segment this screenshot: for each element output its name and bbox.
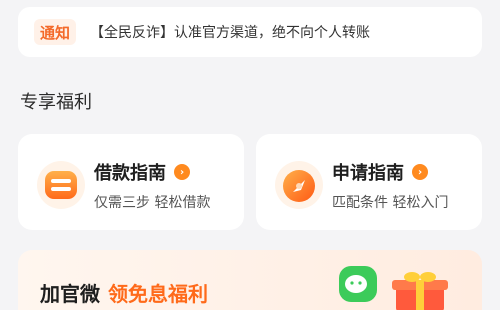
apply-guide-subtitle: 匹配条件 轻松入门 [332, 195, 449, 211]
loan-guide-title-text: 借款指南 [94, 163, 166, 184]
notice-text: 【全民反诈】认准官方渠道，绝不向个人转账 [90, 25, 370, 41]
notice-tag: 通知 [34, 19, 76, 45]
promo-text-a: 加官微 [40, 282, 100, 306]
gift-box-icon [392, 272, 448, 310]
wechat-icon [339, 266, 377, 302]
apply-guide-icon [275, 161, 323, 209]
section-title: 专享福利 [20, 92, 92, 113]
apply-guide-title: 申请指南 › [332, 159, 428, 185]
wechat-promo-banner[interactable]: 加官微 领免息福利 [18, 250, 482, 310]
chevron-right-icon: › [412, 164, 428, 180]
apply-guide-card[interactable]: 申请指南 › 匹配条件 轻松入门 [256, 134, 482, 230]
loan-guide-subtitle: 仅需三步 轻松借款 [94, 195, 211, 211]
notice-bar[interactable]: 通知 【全民反诈】认准官方渠道，绝不向个人转账 [18, 7, 482, 57]
loan-guide-card[interactable]: 借款指南 › 仅需三步 轻松借款 [18, 134, 244, 230]
loan-guide-title: 借款指南 › [94, 159, 190, 185]
chevron-right-icon: › [174, 164, 190, 180]
loan-guide-icon [37, 161, 85, 209]
promo-text-b: 领免息福利 [108, 282, 208, 306]
promo-text: 加官微 领免息福利 [40, 278, 208, 307]
apply-guide-title-text: 申请指南 [332, 163, 404, 184]
